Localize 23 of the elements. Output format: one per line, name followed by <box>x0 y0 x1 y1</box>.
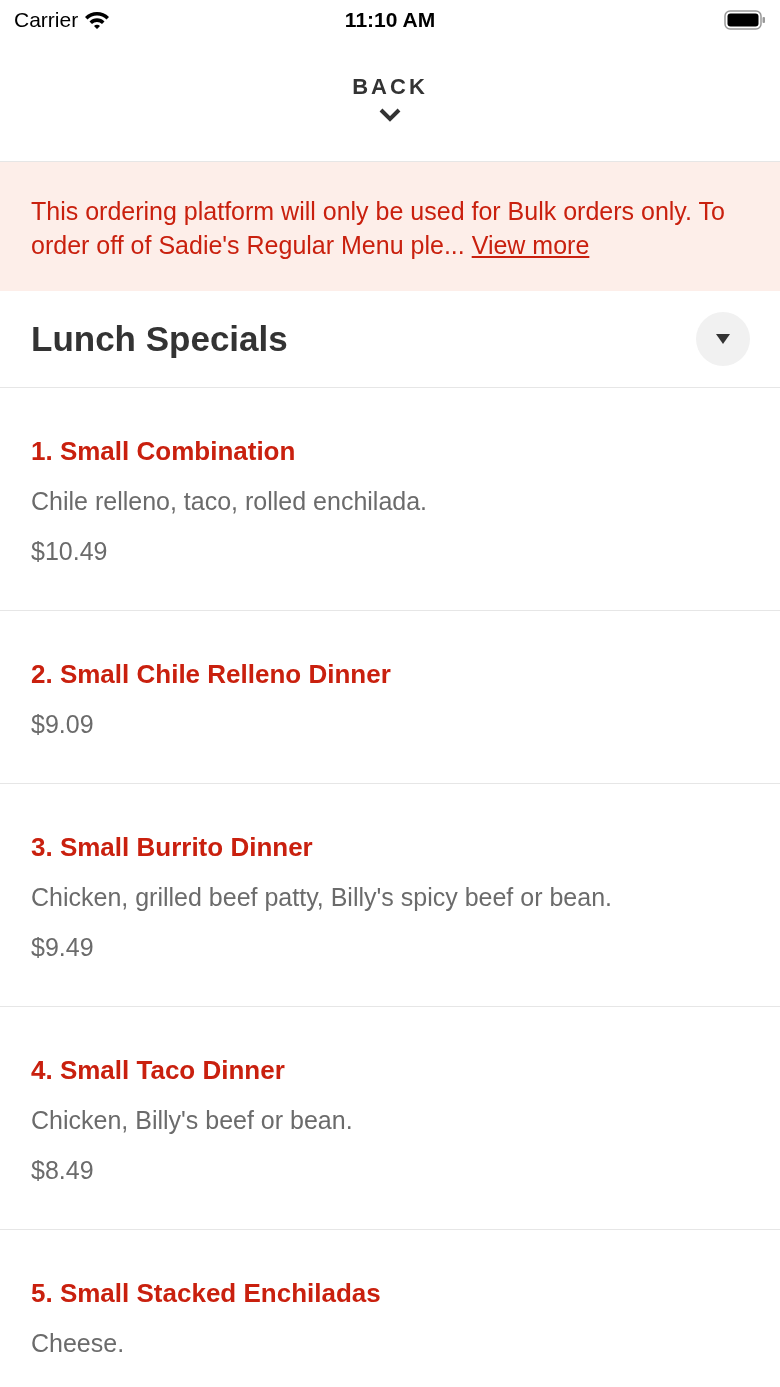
back-button[interactable]: BACK <box>352 74 428 136</box>
item-price: $10.49 <box>31 536 109 566</box>
notice-text: This ordering platform will only be used for Bulk orders only. To order off of Sadie's Regular Menu ple... View more <box>31 196 726 261</box>
triangle-icon <box>716 334 730 344</box>
status-time: 11:10 AM <box>344 8 436 32</box>
item-description: Chile relleno, taco, rolled enchilada. <box>31 486 429 516</box>
chevron-down-icon <box>379 108 401 122</box>
section-title: Lunch Specials <box>31 319 288 359</box>
wifi-icon <box>84 10 111 30</box>
item-description: Cheese. <box>31 1328 126 1358</box>
battery-icon <box>724 10 766 30</box>
item-price: $9.49 <box>31 932 95 962</box>
item-price: $9.09 <box>31 709 95 739</box>
item-price: $8.49 <box>31 1155 95 1185</box>
view-more-link[interactable]: View more <box>471 231 590 259</box>
item-description: Chicken, grilled beef patty, Billy's spicy beef or bean. <box>31 882 613 912</box>
item-name: 2. Small Chile Relleno Dinner <box>31 659 392 689</box>
item-name: 1. Small Combination <box>31 436 297 466</box>
item-description: Chicken, Billy's beef or bean. <box>31 1105 354 1135</box>
item-name: 5. Small Stacked Enchiladas <box>31 1278 382 1308</box>
carrier-label: Carrier <box>14 8 79 32</box>
item-name: 4. Small Taco Dinner <box>31 1055 286 1085</box>
item-name: 3. Small Burrito Dinner <box>31 832 314 862</box>
